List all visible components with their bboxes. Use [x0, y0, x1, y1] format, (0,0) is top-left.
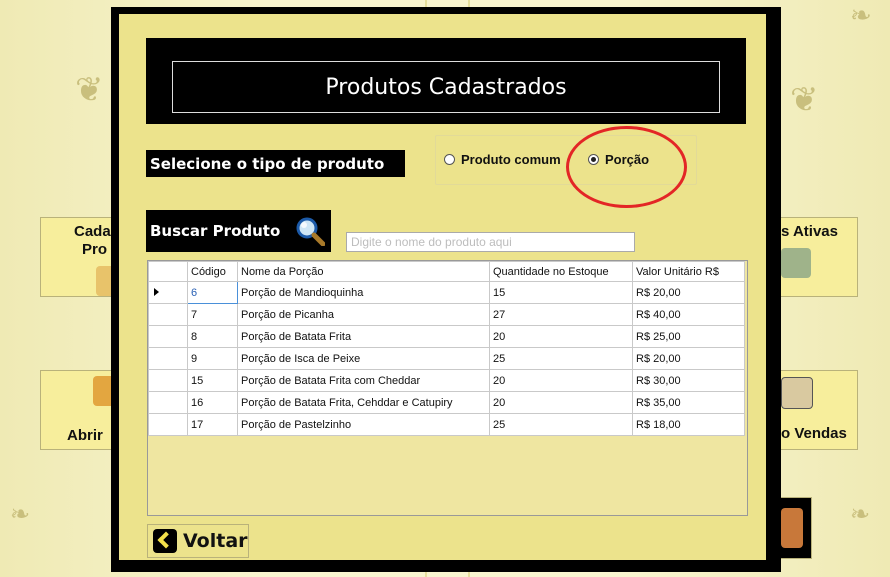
column-header[interactable]: Código	[187, 261, 238, 282]
cell-price[interactable]: R$ 20,00	[632, 347, 745, 370]
search-label-panel: Buscar Produto	[146, 210, 331, 252]
title-frame: Produtos Cadastrados	[172, 61, 720, 113]
column-header[interactable]: Nome da Porção	[237, 261, 490, 282]
cell-code[interactable]: 6	[187, 281, 238, 304]
table-row[interactable]: 6 Porção de Mandioquinha 15 R$ 20,00	[148, 281, 745, 304]
cell-name[interactable]: Porção de Batata Frita	[237, 325, 490, 348]
cell-name[interactable]: Porção de Batata Frita, Cehddar e Catupi…	[237, 391, 490, 414]
bg-button-vendas[interactable]: o Vendas	[780, 370, 858, 450]
back-button[interactable]: Voltar	[147, 524, 249, 558]
chevron-left-icon	[153, 529, 177, 553]
cell-name[interactable]: Porção de Batata Frita com Cheddar	[237, 369, 490, 392]
row-header[interactable]	[148, 303, 188, 326]
column-header[interactable]: Quantidade no Estoque	[489, 261, 633, 282]
bg-button-label: s Ativas	[781, 223, 838, 240]
cell-code[interactable]: 16	[187, 391, 238, 414]
row-header[interactable]	[148, 325, 188, 348]
row-header[interactable]	[148, 391, 188, 414]
products-dialog: Produtos Cadastrados Selecione o tipo de…	[111, 7, 781, 572]
bg-button-abrir[interactable]: Abrir	[40, 370, 123, 450]
cell-stock[interactable]: 25	[489, 413, 633, 436]
bg-button-label: Abrir	[67, 427, 103, 444]
table-row[interactable]: 17 Porção de Pastelzinho 25 R$ 18,00	[148, 413, 745, 436]
cell-price[interactable]: R$ 25,00	[632, 325, 745, 348]
cell-code[interactable]: 17	[187, 413, 238, 436]
bg-button-exit[interactable]	[780, 497, 812, 559]
bg-button-cadastrar[interactable]: Cada Pro	[40, 217, 126, 297]
ornament-icon: ❧	[850, 0, 872, 30]
table-row[interactable]: 15 Porção de Batata Frita com Cheddar 20…	[148, 369, 745, 392]
bg-button-label: Pro	[82, 241, 108, 258]
cell-price[interactable]: R$ 35,00	[632, 391, 745, 414]
door-icon	[781, 508, 803, 548]
cell-price[interactable]: R$ 40,00	[632, 303, 745, 326]
cell-code[interactable]: 15	[187, 369, 238, 392]
current-row-icon	[154, 288, 159, 296]
cell-stock[interactable]: 20	[489, 369, 633, 392]
cash-register-icon	[781, 248, 811, 278]
cell-name[interactable]: Porção de Picanha	[237, 303, 490, 326]
cell-stock[interactable]: 20	[489, 325, 633, 348]
page-title: Produtos Cadastrados	[325, 74, 567, 100]
bg-button-ativas[interactable]: s Ativas	[780, 217, 858, 297]
cell-price[interactable]: R$ 30,00	[632, 369, 745, 392]
cell-code[interactable]: 8	[187, 325, 238, 348]
cell-stock[interactable]: 20	[489, 391, 633, 414]
radio-produto-comum[interactable]: Produto comum	[444, 152, 561, 167]
search-label: Buscar Produto	[150, 222, 281, 240]
ornament-icon: ❧	[850, 501, 871, 528]
row-header[interactable]	[148, 281, 188, 304]
row-header[interactable]	[148, 413, 188, 436]
cell-price[interactable]: R$ 18,00	[632, 413, 745, 436]
products-table: Código Nome da Porção Quantidade no Esto…	[147, 260, 748, 516]
ornament-icon: ❧	[10, 501, 31, 528]
row-header[interactable]	[148, 347, 188, 370]
clipboard-icon	[781, 377, 813, 409]
row-header[interactable]	[148, 369, 188, 392]
back-button-label: Voltar	[183, 530, 248, 552]
cell-code[interactable]: 7	[187, 303, 238, 326]
table-row[interactable]: 9 Porção de Isca de Peixe 25 R$ 20,00	[148, 347, 745, 370]
cell-stock[interactable]: 27	[489, 303, 633, 326]
table-row[interactable]: 7 Porção de Picanha 27 R$ 40,00	[148, 303, 745, 326]
table-row[interactable]: 8 Porção de Batata Frita 20 R$ 25,00	[148, 325, 745, 348]
radio-label: Produto comum	[461, 152, 561, 167]
row-header-corner	[148, 261, 188, 282]
cell-name[interactable]: Porção de Mandioquinha	[237, 281, 490, 304]
cell-price[interactable]: R$ 20,00	[632, 281, 745, 304]
column-header[interactable]: Valor Unitário R$	[632, 261, 745, 282]
bg-button-label: o Vendas	[781, 425, 847, 442]
radio-indicator	[444, 154, 455, 165]
highlight-annotation	[566, 126, 687, 208]
dialog-body: Produtos Cadastrados Selecione o tipo de…	[119, 14, 766, 560]
search-input[interactable]	[346, 232, 635, 252]
table-row[interactable]: 16 Porção de Batata Frita, Cehddar e Cat…	[148, 391, 745, 414]
cell-code[interactable]: 9	[187, 347, 238, 370]
cell-name[interactable]: Porção de Pastelzinho	[237, 413, 490, 436]
product-type-label: Selecione o tipo de produto	[146, 150, 405, 177]
cell-name[interactable]: Porção de Isca de Peixe	[237, 347, 490, 370]
bg-button-label: Cada	[74, 223, 111, 240]
ornament-icon: ❦	[75, 71, 104, 109]
magnifier-icon[interactable]	[295, 216, 326, 247]
cell-stock[interactable]: 15	[489, 281, 633, 304]
title-panel: Produtos Cadastrados	[146, 38, 746, 124]
cell-stock[interactable]: 25	[489, 347, 633, 370]
ornament-icon: ❦	[790, 81, 819, 119]
